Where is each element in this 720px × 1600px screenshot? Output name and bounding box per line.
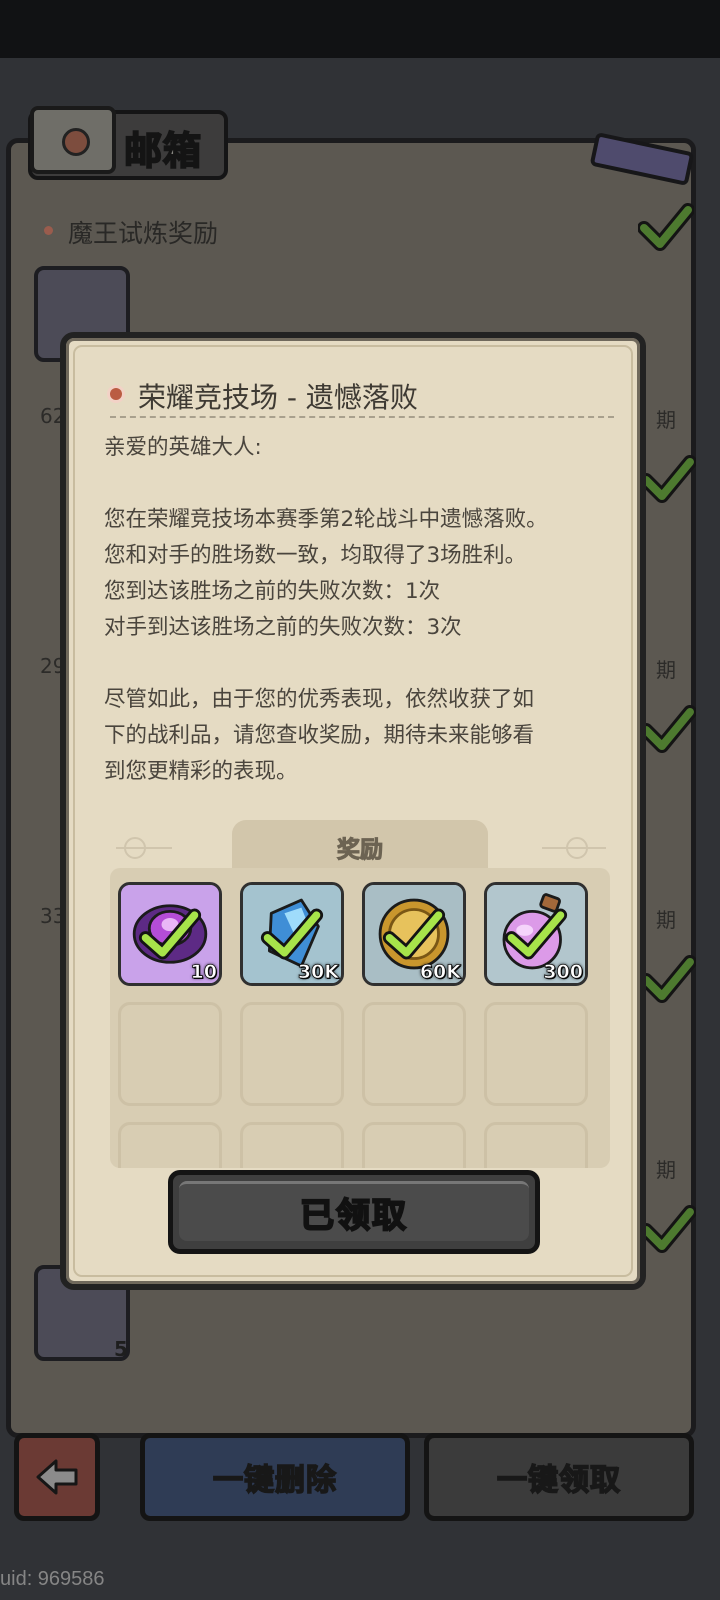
- reward-slot[interactable]: 10: [118, 882, 222, 986]
- mail-line: 对手到达该胜场之前的失败次数：3次: [104, 615, 462, 640]
- mail-title: 荣耀竞技场 - 遗憾落败: [138, 381, 418, 414]
- mail-line: 您到达该胜场之前的失败次数：1次: [104, 579, 441, 604]
- empty-reward-slot: [362, 1002, 466, 1106]
- mail-body: 亲爱的英雄大人: 您在荣耀竞技场本赛季第2轮战斗中遗憾落败。 您和对手的胜场数一…: [104, 430, 628, 790]
- mail-greeting: 亲爱的英雄大人:: [104, 435, 262, 460]
- mail-expiry-text: 期: [656, 908, 676, 932]
- mail-line: 您在荣耀竞技场本赛季第2轮战斗中遗憾落败。: [104, 507, 548, 532]
- reward-quantity: 60K: [419, 961, 461, 983]
- mailbox-title: 邮箱: [123, 128, 203, 174]
- empty-reward-slot: [240, 1122, 344, 1168]
- empty-reward-slot: [484, 1122, 588, 1168]
- claimed-label: 已领取: [299, 1195, 408, 1237]
- title-dot-icon: [110, 388, 122, 400]
- divider-ornament: [566, 837, 588, 859]
- mail-line: 到您更精彩的表现。: [104, 759, 298, 784]
- mail-line: 尽管如此，由于您的优秀表现，依然收获了如: [104, 687, 535, 712]
- claim-all-button[interactable]: 一键领取: [424, 1433, 694, 1521]
- mail-unread-dot: [44, 226, 53, 235]
- check-icon: [640, 455, 696, 503]
- item-quantity: 5: [114, 1337, 128, 1361]
- mail-expiry-text: 期: [656, 408, 676, 432]
- back-button[interactable]: [14, 1433, 100, 1521]
- game-screen: 邮箱 魔王试炼奖励 5 62 29 33 期 期 期 期 一键删除 一键领取 u…: [0, 0, 720, 1600]
- empty-reward-slot: [240, 1002, 344, 1106]
- rewards-grid: 10 30K 60K 300: [110, 868, 610, 1168]
- mail-item-title[interactable]: 魔王试炼奖励: [68, 214, 218, 250]
- check-icon: [638, 203, 694, 251]
- check-icon: [640, 705, 696, 753]
- rewards-label: 奖励: [337, 837, 384, 864]
- reward-slot[interactable]: 300: [484, 882, 588, 986]
- mail-detail-dialog: 荣耀竞技场 - 遗憾落败 亲爱的英雄大人: 您在荣耀竞技场本赛季第2轮战斗中遗憾…: [60, 332, 646, 1290]
- reward-slot[interactable]: 30K: [240, 882, 344, 986]
- back-arrow-icon: [36, 1459, 78, 1495]
- mail-expiry-text: 期: [656, 1158, 676, 1182]
- reward-quantity: 10: [190, 961, 217, 983]
- reward-slot[interactable]: 60K: [362, 882, 466, 986]
- empty-reward-slot: [118, 1002, 222, 1106]
- mail-line: 您和对手的胜场数一致，均取得了3场胜利。: [104, 543, 527, 568]
- empty-reward-slot: [118, 1122, 222, 1168]
- empty-reward-slot: [362, 1122, 466, 1168]
- mail-expiry-text: 期: [656, 658, 676, 682]
- claimed-button[interactable]: 已领取: [168, 1170, 540, 1254]
- envelope-icon: [30, 106, 116, 174]
- check-icon: [640, 955, 696, 1003]
- divider-ornament: [124, 837, 146, 859]
- empty-reward-slot: [484, 1002, 588, 1106]
- reward-quantity: 30K: [297, 961, 339, 983]
- delete-all-button[interactable]: 一键删除: [140, 1433, 410, 1521]
- reward-quantity: 300: [543, 961, 583, 983]
- mail-title-row: 荣耀竞技场 - 遗憾落败: [110, 374, 614, 418]
- uid-label: uid: 969586: [0, 1568, 105, 1590]
- status-bar: [0, 0, 720, 58]
- check-icon: [640, 1205, 696, 1253]
- mail-line: 下的战利品，请您查收奖励，期待未来能够看: [104, 723, 535, 748]
